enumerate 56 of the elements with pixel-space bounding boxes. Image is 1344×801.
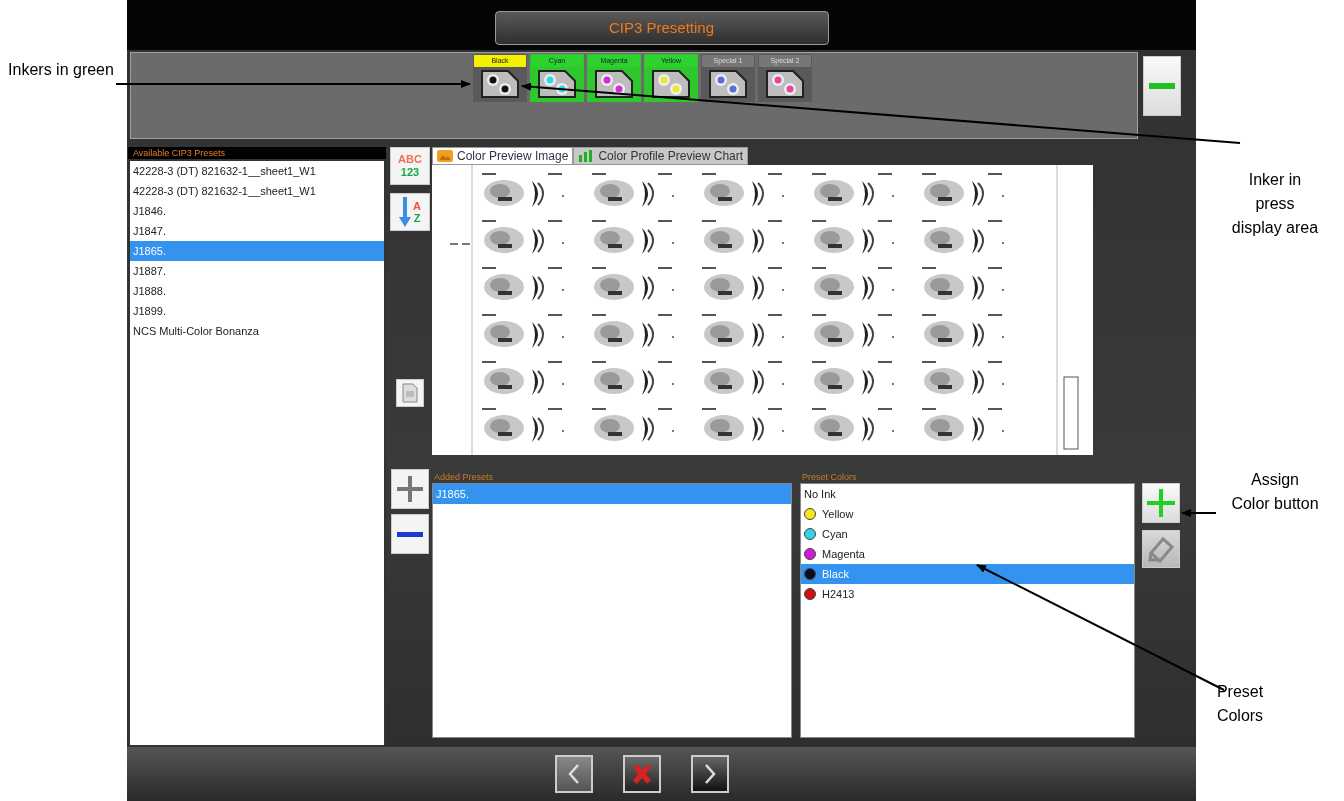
window-title: CIP3 Presetting bbox=[494, 11, 829, 45]
inker-icon bbox=[651, 69, 691, 99]
preset-item[interactable]: 42228-3 (DT) 821632-1__sheet1_W1 bbox=[130, 161, 384, 181]
color-item[interactable]: Magenta bbox=[801, 544, 1134, 564]
minus-icon bbox=[1149, 82, 1175, 90]
color-name: Cyan bbox=[822, 527, 848, 542]
add-preset-button[interactable] bbox=[391, 469, 429, 509]
list-header: Available CIP3 Presets bbox=[128, 147, 386, 159]
inker-icon bbox=[594, 69, 634, 99]
previous-button[interactable] bbox=[554, 755, 593, 793]
inker-icon bbox=[765, 69, 805, 99]
preset-item[interactable]: NCS Multi-Color Bonanza bbox=[130, 321, 384, 341]
callout-arrow bbox=[1181, 509, 1217, 517]
cancel-button[interactable] bbox=[622, 755, 661, 793]
preview-tab[interactable]: Color Profile Preview Chart bbox=[573, 147, 749, 165]
list-header: Preset Colors bbox=[801, 472, 858, 483]
inker-icon bbox=[708, 69, 748, 99]
document-icon bbox=[402, 383, 418, 403]
color-name: Magenta bbox=[822, 547, 865, 562]
image-icon bbox=[437, 150, 453, 162]
assign-color-button[interactable] bbox=[1142, 483, 1180, 523]
plus-icon bbox=[1147, 489, 1175, 517]
preset-item[interactable]: 42228-3 (DT) 821632-1__sheet1_W1 bbox=[130, 181, 384, 201]
preset-item[interactable]: J1887. bbox=[130, 261, 384, 281]
color-item[interactable]: H2413 bbox=[801, 584, 1134, 604]
chevron-left-icon bbox=[567, 763, 580, 785]
preset-item[interactable]: J1899. bbox=[130, 301, 384, 321]
close-icon bbox=[632, 764, 651, 784]
minus-icon bbox=[397, 531, 423, 537]
preset-item[interactable]: J1846. bbox=[130, 201, 384, 221]
color-item[interactable]: No Ink bbox=[801, 484, 1134, 504]
preset-item[interactable]: J1888. bbox=[130, 281, 384, 301]
chevron-right-icon bbox=[703, 763, 716, 785]
color-name: Black bbox=[822, 567, 849, 582]
callout-label: Preset Colors bbox=[1215, 682, 1265, 726]
down-arrow-icon bbox=[399, 197, 411, 227]
color-name: H2413 bbox=[822, 587, 855, 602]
remove-inker-button[interactable] bbox=[1143, 56, 1181, 116]
color-name: Yellow bbox=[822, 507, 854, 522]
preset-item[interactable]: J1847. bbox=[130, 221, 384, 241]
callout-label: Inkers in green bbox=[8, 60, 114, 80]
color-item[interactable]: Yellow bbox=[801, 504, 1134, 524]
preview-tab[interactable]: Color Preview Image bbox=[432, 147, 574, 165]
next-button[interactable] bbox=[690, 755, 729, 793]
plus-icon bbox=[397, 476, 423, 502]
color-name: No Ink bbox=[804, 487, 836, 502]
clear-color-button[interactable] bbox=[1142, 530, 1180, 568]
inker-icon bbox=[480, 69, 520, 99]
remove-preset-button[interactable] bbox=[391, 514, 429, 554]
inker-icon bbox=[537, 69, 577, 99]
eraser-icon bbox=[1147, 535, 1175, 563]
bar-chart-icon bbox=[578, 150, 595, 162]
callout-label: Inker in press display area bbox=[1230, 170, 1320, 238]
list-header: Added Presets bbox=[433, 472, 495, 483]
callout-label: Assign Color button bbox=[1230, 470, 1320, 514]
color-item[interactable]: Cyan bbox=[801, 524, 1134, 544]
